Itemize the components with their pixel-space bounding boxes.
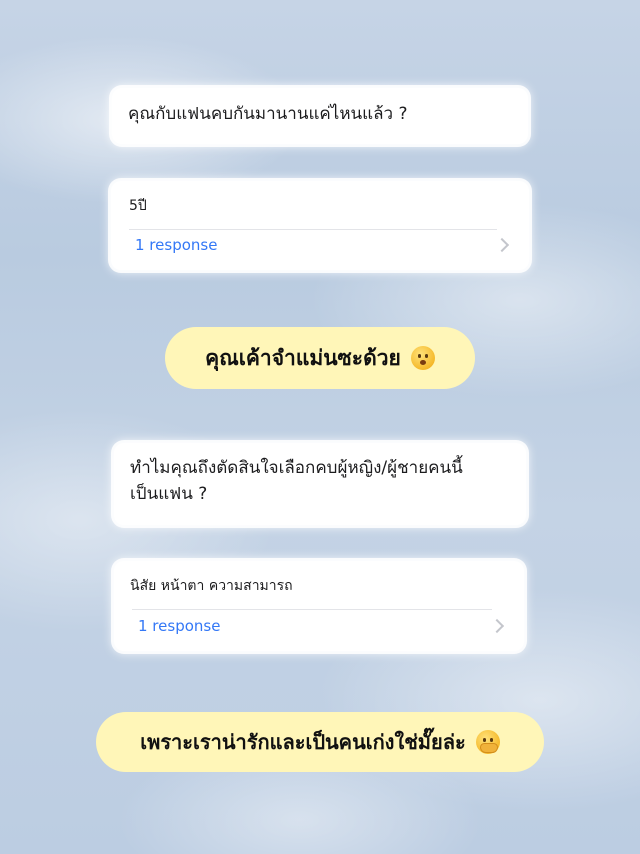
caption-text: คุณเค้าจำแม่นซะด้วย <box>205 345 401 370</box>
divider <box>129 229 497 230</box>
question-card-2: ทำไมคุณถึงตัดสินใจเลือกคบผู้หญิง/ผู้ชายค… <box>114 443 526 525</box>
chevron-right-icon[interactable] <box>494 237 510 253</box>
caption-pill-2: เพราะเราน่ารักและเป็นคนเก่งใช่มั๊ยล่ะ <box>96 712 544 772</box>
divider <box>132 609 492 610</box>
caption-text: เพราะเราน่ารักและเป็นคนเก่งใช่มั๊ยล่ะ <box>140 730 466 754</box>
question-text: ทำไมคุณถึงตัดสินใจเลือกคบผู้หญิง/ผู้ชายค… <box>130 458 463 504</box>
response-link[interactable]: 1 response <box>135 236 217 254</box>
question-card-1: คุณกับแฟนคบกันมานานแค่ไหนแล้ว ? <box>112 88 528 144</box>
answer-card-2: นิสัย หน้าตา ความสามารถ 1 response <box>114 561 524 651</box>
face-with-hand-over-mouth-icon <box>475 730 500 754</box>
kissing-face-icon <box>410 346 435 370</box>
answer-card-1: 5ปี 1 response <box>111 181 529 270</box>
response-link[interactable]: 1 response <box>138 617 220 635</box>
answer-text: นิสัย หน้าตา ความสามารถ <box>130 578 293 594</box>
question-text: คุณกับแฟนคบกันมานานแค่ไหนแล้ว ? <box>128 104 408 124</box>
answer-text: 5ปี <box>129 198 147 214</box>
caption-pill-1: คุณเค้าจำแม่นซะด้วย <box>165 327 475 389</box>
chevron-right-icon[interactable] <box>489 618 505 634</box>
